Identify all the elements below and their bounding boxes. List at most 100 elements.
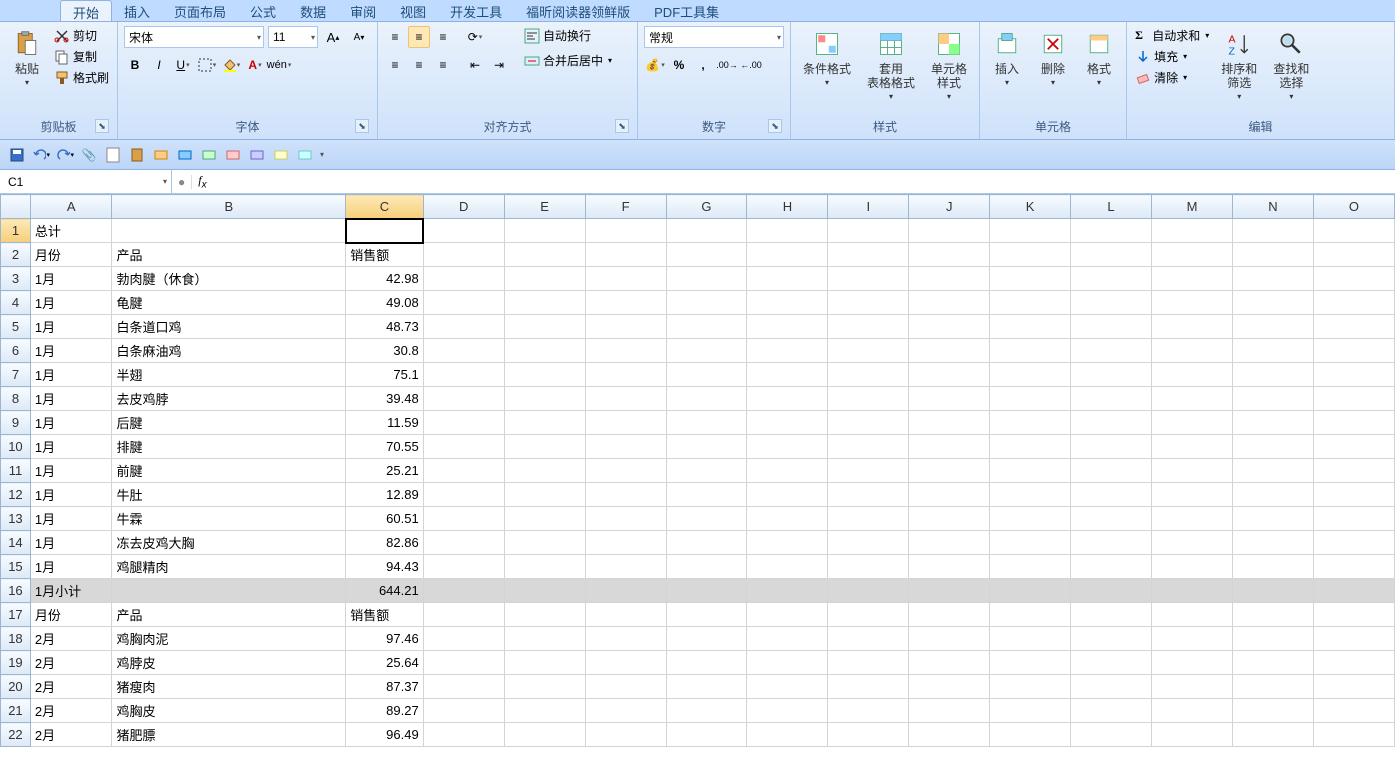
cell-N6[interactable] — [1232, 339, 1313, 363]
col-header-J[interactable]: J — [909, 195, 990, 219]
cell-A9[interactable]: 1月 — [30, 411, 112, 435]
orientation-button[interactable]: ⟳▾ — [464, 26, 486, 48]
cell-I2[interactable] — [828, 243, 909, 267]
cell-N12[interactable] — [1232, 483, 1313, 507]
cell-E9[interactable] — [504, 411, 585, 435]
tab-1[interactable]: 插入 — [112, 0, 162, 21]
cell-L13[interactable] — [1071, 507, 1152, 531]
cell-L1[interactable] — [1071, 219, 1152, 243]
cell-C17[interactable]: 销售额 — [346, 603, 424, 627]
cell-L18[interactable] — [1071, 627, 1152, 651]
cell-M1[interactable] — [1152, 219, 1233, 243]
cell-O12[interactable] — [1313, 483, 1394, 507]
cell-I17[interactable] — [828, 603, 909, 627]
font-size-combo[interactable]: 11▾ — [268, 26, 318, 48]
cell-J17[interactable] — [909, 603, 990, 627]
cell-G10[interactable] — [666, 435, 747, 459]
cell-G13[interactable] — [666, 507, 747, 531]
row-header-5[interactable]: 5 — [1, 315, 31, 339]
cell-E12[interactable] — [504, 483, 585, 507]
tab-6[interactable]: 视图 — [388, 0, 438, 21]
cell-D4[interactable] — [423, 291, 504, 315]
cell-styles-button[interactable]: 单元格 样式▾ — [925, 26, 973, 108]
cell-H4[interactable] — [747, 291, 828, 315]
cell-F10[interactable] — [585, 435, 666, 459]
cell-E2[interactable] — [504, 243, 585, 267]
col-header-G[interactable]: G — [666, 195, 747, 219]
cell-L16[interactable] — [1071, 579, 1152, 603]
cell-L19[interactable] — [1071, 651, 1152, 675]
cell-I6[interactable] — [828, 339, 909, 363]
cell-L15[interactable] — [1071, 555, 1152, 579]
cell-I5[interactable] — [828, 315, 909, 339]
cell-O10[interactable] — [1313, 435, 1394, 459]
save-button[interactable] — [8, 146, 26, 164]
cell-C11[interactable]: 25.21 — [346, 459, 424, 483]
cell-F5[interactable] — [585, 315, 666, 339]
cell-D15[interactable] — [423, 555, 504, 579]
fx-circle-icon[interactable]: ● — [178, 175, 185, 189]
cell-I15[interactable] — [828, 555, 909, 579]
cell-O11[interactable] — [1313, 459, 1394, 483]
tab-5[interactable]: 审阅 — [338, 0, 388, 21]
cell-G16[interactable] — [666, 579, 747, 603]
tab-4[interactable]: 数据 — [288, 0, 338, 21]
row-header-1[interactable]: 1 — [1, 219, 31, 243]
cell-H14[interactable] — [747, 531, 828, 555]
cell-M12[interactable] — [1152, 483, 1233, 507]
cell-A8[interactable]: 1月 — [30, 387, 112, 411]
sort-filter-button[interactable]: AZ 排序和 筛选▾ — [1215, 26, 1263, 108]
cell-F7[interactable] — [585, 363, 666, 387]
cell-M7[interactable] — [1152, 363, 1233, 387]
cell-L11[interactable] — [1071, 459, 1152, 483]
cell-J10[interactable] — [909, 435, 990, 459]
cell-O7[interactable] — [1313, 363, 1394, 387]
cell-L5[interactable] — [1071, 315, 1152, 339]
cell-H8[interactable] — [747, 387, 828, 411]
cell-D18[interactable] — [423, 627, 504, 651]
cell-E17[interactable] — [504, 603, 585, 627]
cell-E14[interactable] — [504, 531, 585, 555]
cell-N14[interactable] — [1232, 531, 1313, 555]
cell-O15[interactable] — [1313, 555, 1394, 579]
cell-B14[interactable]: 冻去皮鸡大胸 — [112, 531, 346, 555]
cell-N13[interactable] — [1232, 507, 1313, 531]
row-header-20[interactable]: 20 — [1, 675, 31, 699]
wrap-text-button[interactable]: 自动换行 — [522, 26, 614, 45]
row-header-16[interactable]: 16 — [1, 579, 31, 603]
cell-H11[interactable] — [747, 459, 828, 483]
row-header-6[interactable]: 6 — [1, 339, 31, 363]
cell-M8[interactable] — [1152, 387, 1233, 411]
cell-C6[interactable]: 30.8 — [346, 339, 424, 363]
cell-C12[interactable]: 12.89 — [346, 483, 424, 507]
cell-M19[interactable] — [1152, 651, 1233, 675]
tab-3[interactable]: 公式 — [238, 0, 288, 21]
cell-J2[interactable] — [909, 243, 990, 267]
cell-L17[interactable] — [1071, 603, 1152, 627]
row-header-8[interactable]: 8 — [1, 387, 31, 411]
cell-B10[interactable]: 排腱 — [112, 435, 346, 459]
cell-N19[interactable] — [1232, 651, 1313, 675]
cell-J7[interactable] — [909, 363, 990, 387]
align-right-button[interactable]: ≡ — [432, 54, 454, 76]
cell-B21[interactable]: 鸡胸皮 — [112, 699, 346, 723]
cell-C22[interactable]: 96.49 — [346, 723, 424, 747]
cell-H19[interactable] — [747, 651, 828, 675]
cell-K16[interactable] — [990, 579, 1071, 603]
cell-K21[interactable] — [990, 699, 1071, 723]
copy-button[interactable]: 复制 — [52, 47, 111, 66]
cell-E7[interactable] — [504, 363, 585, 387]
cell-O19[interactable] — [1313, 651, 1394, 675]
col-header-M[interactable]: M — [1152, 195, 1233, 219]
cell-J18[interactable] — [909, 627, 990, 651]
cell-F6[interactable] — [585, 339, 666, 363]
cell-J11[interactable] — [909, 459, 990, 483]
cell-I13[interactable] — [828, 507, 909, 531]
border-button[interactable]: ▾ — [196, 54, 218, 76]
cell-E18[interactable] — [504, 627, 585, 651]
cell-N3[interactable] — [1232, 267, 1313, 291]
clipboard-launcher[interactable]: ⬊ — [95, 119, 109, 133]
cell-O14[interactable] — [1313, 531, 1394, 555]
cell-D2[interactable] — [423, 243, 504, 267]
row-header-3[interactable]: 3 — [1, 267, 31, 291]
